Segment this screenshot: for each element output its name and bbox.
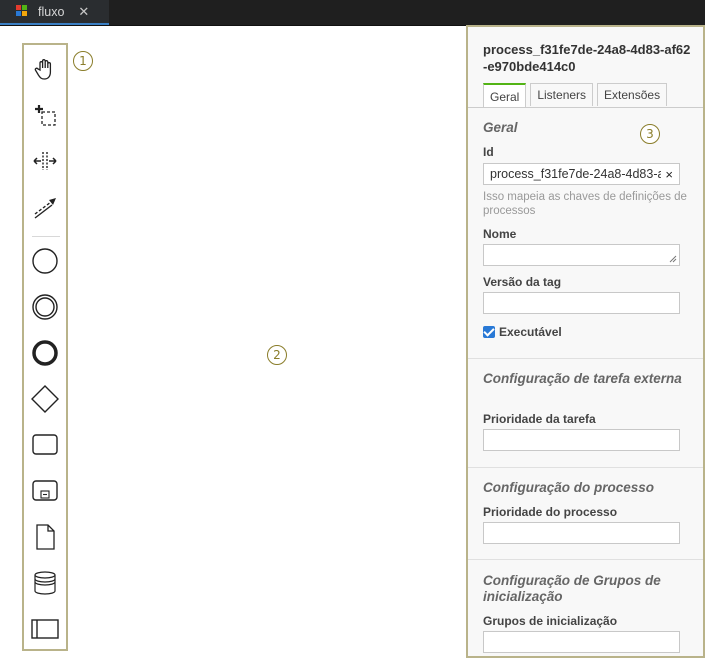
tab-listeners[interactable]: Listeners — [530, 83, 594, 106]
properties-tabs: Geral Listeners Extensões — [483, 83, 668, 108]
resize-handle-icon[interactable] — [669, 255, 677, 263]
group-divider — [468, 358, 703, 359]
task-icon[interactable] — [26, 426, 64, 464]
tab-geral[interactable]: Geral — [483, 83, 527, 108]
starter-groups-input[interactable] — [483, 631, 680, 653]
marker-canvas: 2 — [267, 345, 287, 365]
lasso-tool-icon[interactable] — [26, 96, 64, 134]
version-tag-label: Versão da tag — [483, 275, 562, 289]
id-field[interactable]: process_f31fe7de-24a8-4d83-af62-e970bde4… — [483, 163, 680, 185]
task-priority-input[interactable] — [483, 429, 680, 451]
start-event-icon[interactable] — [26, 242, 64, 280]
marker-palette: 1 — [73, 51, 93, 71]
close-tab-icon[interactable]: ✕ — [78, 4, 89, 20]
version-tag-input[interactable] — [483, 292, 680, 314]
executable-row[interactable]: Executável — [483, 325, 562, 339]
subprocess-icon[interactable] — [26, 472, 64, 510]
id-value: process_f31fe7de-24a8-4d83-af62-e970bde4… — [490, 167, 661, 181]
group-divider — [468, 467, 703, 468]
tab-extensoes[interactable]: Extensões — [597, 83, 668, 106]
task-priority-label: Prioridade da tarefa — [483, 412, 596, 426]
end-event-icon[interactable] — [26, 334, 64, 372]
space-tool-icon[interactable] — [26, 142, 64, 180]
global-connect-tool-icon[interactable] — [26, 188, 64, 226]
hand-tool-icon[interactable] — [26, 50, 64, 88]
group-title-candidate-starter: Configuração de Grupos de inicialização — [483, 573, 661, 604]
group-title-process-config: Configuração do processo — [483, 480, 655, 495]
properties-title: process_f31fe7de-24a8-4d83-af62-e970bde4… — [483, 42, 691, 74]
name-label: Nome — [483, 227, 517, 241]
group-title-external-task: Configuração de tarefa externa — [483, 371, 682, 386]
id-description: Isso mapeia as chaves de definições de p… — [483, 191, 687, 217]
participant-pool-icon[interactable] — [26, 610, 64, 648]
diagram-canvas[interactable] — [0, 26, 466, 658]
properties-panel: process_f31fe7de-24a8-4d83-af62-e970bde4… — [466, 25, 705, 658]
name-textarea[interactable] — [483, 244, 680, 266]
data-store-icon[interactable] — [26, 564, 64, 602]
editor-tab-bar: fluxo ✕ — [0, 0, 705, 26]
editor-tab-fluxo[interactable]: fluxo ✕ — [0, 0, 109, 25]
id-label: Id — [483, 145, 494, 159]
executable-label: Executável — [499, 325, 562, 339]
process-priority-input[interactable] — [483, 522, 680, 544]
tool-palette — [22, 43, 68, 651]
tabs-underline — [468, 107, 703, 108]
palette-separator — [32, 236, 60, 237]
starter-groups-label: Grupos de inicialização — [483, 614, 618, 628]
executable-checkbox[interactable] — [483, 326, 495, 338]
camunda-logo-icon — [16, 4, 30, 19]
process-priority-label: Prioridade do processo — [483, 505, 618, 519]
clear-id-icon[interactable]: × — [665, 167, 673, 182]
gateway-icon[interactable] — [26, 380, 64, 418]
group-title-general: Geral — [483, 120, 518, 135]
data-object-icon[interactable] — [26, 518, 64, 556]
intermediate-event-icon[interactable] — [26, 288, 64, 326]
editor-tab-label: fluxo — [38, 4, 65, 19]
group-divider — [468, 559, 703, 560]
